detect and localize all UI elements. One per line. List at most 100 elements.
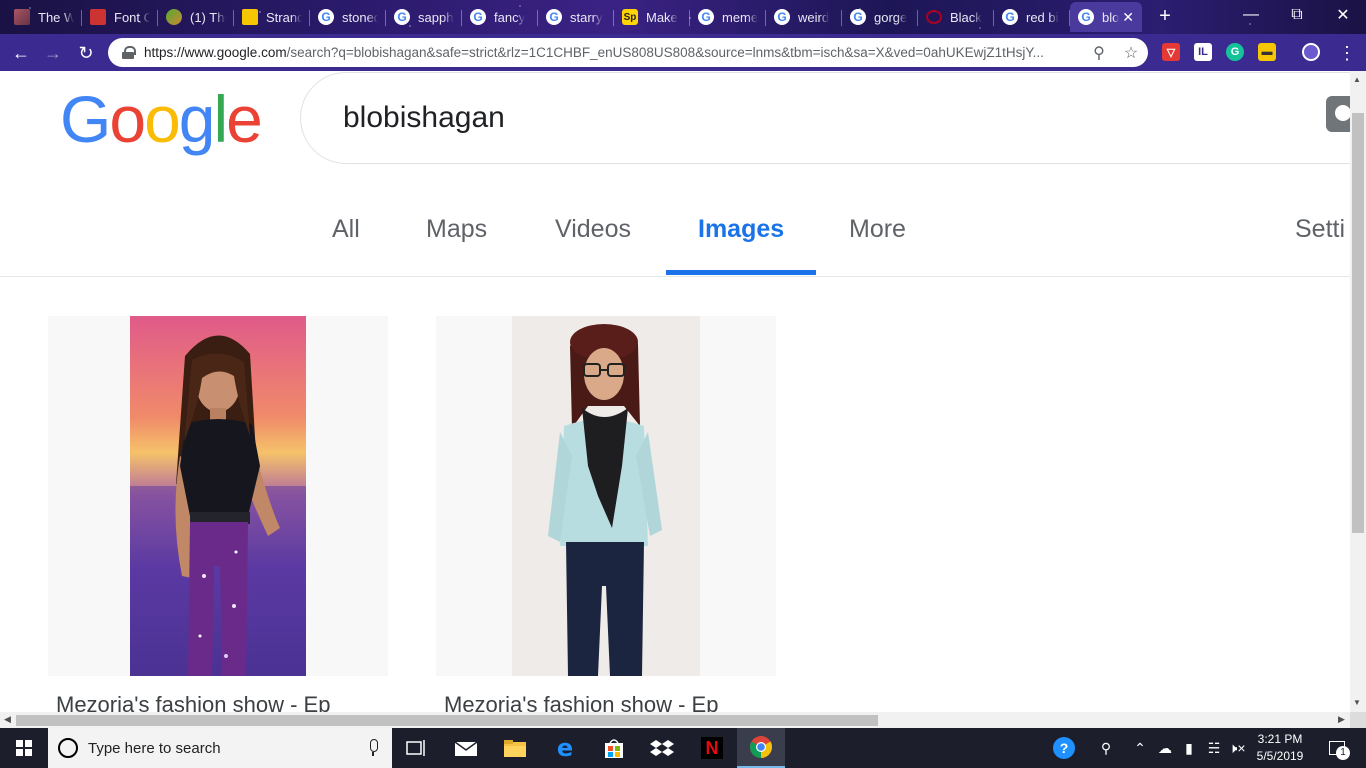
url-text[interactable]: https://www.google.com/search?q=blobisha… <box>144 45 1084 60</box>
browser-tab[interactable]: (1) The <box>158 2 234 32</box>
battery-icon[interactable]: ▮ <box>1178 728 1200 768</box>
tab-settings[interactable]: Setti <box>1295 215 1345 244</box>
result-caption[interactable]: Mezoria's fashion show - Ep <box>444 692 718 712</box>
red-favicon-icon <box>90 9 106 25</box>
tab-title: Font C <box>114 9 150 25</box>
back-arrow-icon[interactable]: ← <box>8 40 34 66</box>
result-caption[interactable]: Mezoria's fashion show - Ep <box>56 692 330 712</box>
tab-maps[interactable]: Maps <box>426 215 487 244</box>
result-thumbnail[interactable] <box>130 316 306 676</box>
menu-kebab-icon[interactable]: ⋮ <box>1334 40 1360 66</box>
chrome-logo-glyph <box>750 736 772 758</box>
image-result[interactable]: Mezoria's fashion show - Ep <box>436 316 776 712</box>
tab-title: blo <box>1102 9 1120 25</box>
close-window-button[interactable]: ✕ <box>1320 0 1366 30</box>
logo-letter: e <box>226 82 263 156</box>
volume-muted-icon[interactable]: 🕨× <box>1226 728 1248 768</box>
browser-tab[interactable]: Strand <box>234 2 310 32</box>
scroll-left-arrow-icon[interactable]: ◀ <box>4 714 11 725</box>
grammarly-extension-icon[interactable]: G <box>1226 43 1244 61</box>
file-explorer-icon[interactable] <box>491 728 539 768</box>
yellow-doc-favicon-icon <box>242 9 258 25</box>
tab-more[interactable]: More <box>849 215 906 244</box>
avatar-figure-sunset <box>130 335 306 676</box>
browser-tab[interactable]: Gfancy <box>462 2 538 32</box>
restore-button[interactable]: ⧉ <box>1274 0 1320 30</box>
tab-images[interactable]: Images <box>698 215 784 244</box>
browser-tab[interactable]: Gred bi <box>994 2 1070 32</box>
browser-tab[interactable]: Black <box>918 2 994 32</box>
reload-icon[interactable]: ↻ <box>73 40 99 66</box>
edge-browser-icon[interactable]: e <box>541 728 589 768</box>
search-query-text[interactable]: blobishagan <box>343 101 505 135</box>
start-button[interactable] <box>0 728 48 768</box>
bookmark-star-icon[interactable]: ☆ <box>1122 44 1140 62</box>
system-clock[interactable]: 3:21 PM 5/5/2019 <box>1250 731 1310 765</box>
people-icon[interactable]: ⚲ <box>1094 728 1118 768</box>
google-logo[interactable]: Google <box>60 81 263 157</box>
horizontal-scrollbar[interactable]: ◀ ▶ <box>0 712 1350 728</box>
google-favicon-icon: G <box>318 9 334 25</box>
help-question-glyph: ? <box>1053 737 1075 759</box>
tab-all[interactable]: All <box>332 215 360 244</box>
dropbox-icon[interactable] <box>638 728 686 768</box>
tab-title: stoned <box>342 9 378 25</box>
browser-tab[interactable]: Gsapphi <box>386 2 462 32</box>
tab-title: red bi <box>1026 9 1059 25</box>
browser-tab[interactable]: Ggorge <box>842 2 918 32</box>
chrome-taskbar-icon[interactable] <box>737 728 785 768</box>
browser-tab[interactable]: The W <box>6 2 82 32</box>
il-extension-icon[interactable]: IL <box>1194 43 1212 61</box>
minimize-button[interactable]: — <box>1228 0 1274 30</box>
tab-title: starry <box>570 9 603 25</box>
browser-tab[interactable]: Gstoned <box>310 2 386 32</box>
netflix-icon[interactable]: N <box>688 728 736 768</box>
browser-tab[interactable]: Sp Make <box>614 2 690 32</box>
windows-logo-icon <box>16 740 32 756</box>
scroll-right-arrow-icon[interactable]: ▶ <box>1338 714 1345 725</box>
show-hidden-icons-chevron-icon[interactable]: ⌃ <box>1130 728 1150 768</box>
browser-tab[interactable]: Gweird <box>766 2 842 32</box>
zoom-icon[interactable]: ⚲ <box>1090 44 1108 62</box>
close-tab-icon[interactable]: ✕ <box>1122 9 1134 26</box>
browser-tab[interactable]: Gmeme <box>690 2 766 32</box>
taskbar-search-box[interactable]: Type here to search <box>48 728 392 768</box>
tab-list: The W Font C (1) The Strand Gstoned Gsap… <box>6 2 1142 34</box>
browser-tab[interactable]: Font C <box>82 2 158 32</box>
camera-icon[interactable] <box>1326 96 1350 132</box>
google-favicon-icon: G <box>698 9 714 25</box>
google-favicon-icon: G <box>394 9 410 25</box>
microphone-icon[interactable] <box>368 739 378 757</box>
forward-arrow-icon[interactable]: → <box>40 40 66 66</box>
folder-glyph <box>504 740 526 757</box>
tab-videos[interactable]: Videos <box>555 215 631 244</box>
pocket-extension-icon[interactable]: ▽ <box>1162 43 1180 61</box>
store-icon[interactable] <box>590 728 638 768</box>
vertical-scrollbar[interactable]: ▲ ▼ <box>1350 71 1366 712</box>
task-view-icon[interactable] <box>392 728 440 768</box>
profile-avatar[interactable] <box>1302 43 1320 61</box>
scroll-down-arrow-icon[interactable]: ▼ <box>1353 698 1361 707</box>
result-thumbnail[interactable] <box>512 316 700 676</box>
browser-tab-active[interactable]: Gblo ✕ <box>1070 2 1142 32</box>
address-bar[interactable]: https://www.google.com/search?q=blobisha… <box>108 38 1148 67</box>
clock-date: 5/5/2019 <box>1256 749 1304 763</box>
horizontal-scroll-thumb[interactable] <box>16 715 878 726</box>
browser-tab[interactable]: Gstarry <box>538 2 614 32</box>
vertical-scroll-thumb[interactable] <box>1352 113 1364 533</box>
notification-count-badge: 1 <box>1336 746 1350 760</box>
new-tab-button[interactable]: + <box>1154 6 1176 28</box>
action-center-icon[interactable]: 1 <box>1322 728 1352 768</box>
mail-icon[interactable] <box>442 728 490 768</box>
browser-tab-strip: The W Font C (1) The Strand Gstoned Gsap… <box>0 0 1366 34</box>
help-tips-icon[interactable]: ? <box>1050 728 1078 768</box>
image-result[interactable]: Mezoria's fashion show - Ep <box>48 316 388 712</box>
google-favicon-icon: G <box>850 9 866 25</box>
tab-title: Strand <box>266 9 302 25</box>
search-box[interactable]: blobishagan <box>300 72 1350 164</box>
scroll-up-arrow-icon[interactable]: ▲ <box>1353 75 1361 84</box>
onedrive-cloud-icon[interactable]: ☁ <box>1154 728 1176 768</box>
notes-extension-icon[interactable]: ▬ <box>1258 43 1276 61</box>
active-tab-indicator <box>666 270 816 275</box>
wifi-icon[interactable]: ☵ <box>1202 728 1226 768</box>
